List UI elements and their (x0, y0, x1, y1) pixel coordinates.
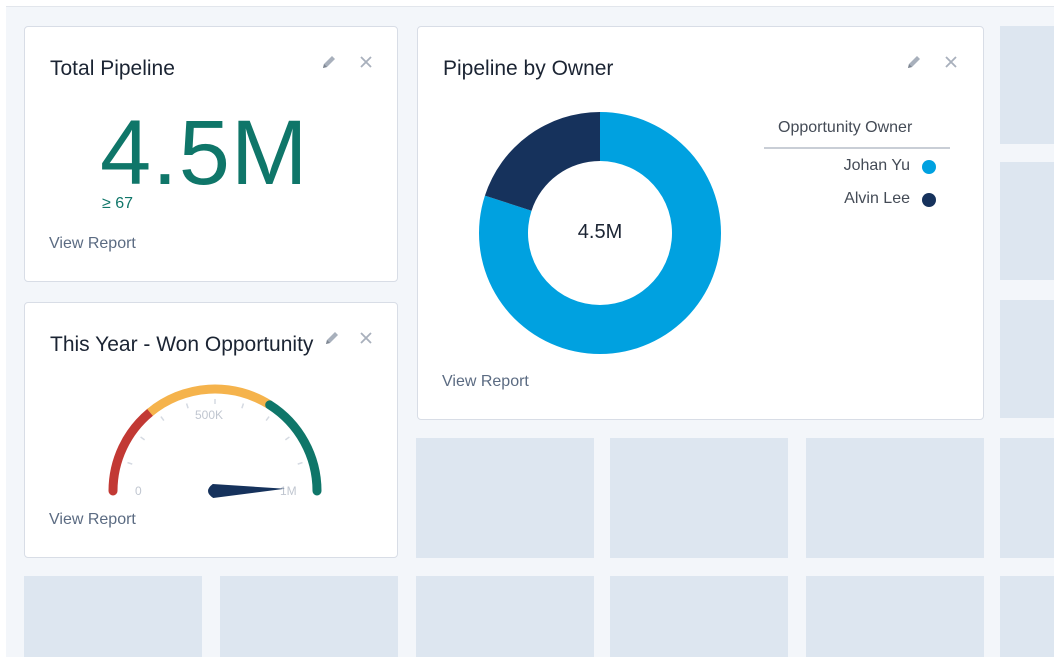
card-title: This Year - Won Opportunity (50, 333, 314, 356)
legend-item-alvin-lee[interactable]: Alvin Lee (828, 190, 910, 208)
empty-tile (1000, 576, 1054, 657)
legend-item-johan-yu[interactable]: Johan Yu (828, 157, 910, 175)
top-border (0, 0, 1054, 7)
empty-tile (1000, 438, 1054, 558)
empty-tile (806, 438, 984, 558)
gauge-needle (208, 484, 285, 498)
metric-value: 4.5M (100, 102, 309, 204)
gauge-tick (160, 416, 165, 422)
empty-tile (610, 576, 788, 657)
won-opportunity-card: This Year - Won Opportunity 0 500K 1M Vi… (24, 302, 398, 558)
view-report-link[interactable]: View Report (49, 511, 136, 529)
empty-tile (610, 438, 788, 558)
edit-pencil-icon[interactable] (323, 329, 341, 347)
legend-dot-johan-yu (922, 160, 936, 174)
legend-title: Opportunity Owner (778, 119, 913, 136)
empty-tile (416, 438, 594, 558)
gauge-tick (185, 403, 189, 409)
gauge-tick (265, 416, 270, 422)
empty-tile (1000, 162, 1054, 280)
gauge-mid-label: 500K (195, 408, 223, 422)
gauge-tick (284, 436, 290, 441)
donut-center-label: 4.5M (577, 221, 623, 243)
empty-tile (220, 576, 398, 657)
edit-pencil-icon[interactable] (905, 53, 923, 71)
empty-tile (806, 576, 984, 657)
edit-pencil-icon[interactable] (320, 53, 338, 71)
empty-tile (1000, 300, 1054, 418)
gauge-tick (140, 436, 146, 441)
close-icon[interactable] (942, 53, 960, 71)
gauge-chart: 0 500K 1M (108, 384, 322, 498)
legend-dot-alvin-lee (922, 193, 936, 207)
gauge-min-label: 0 (135, 484, 142, 498)
gauge-band (108, 407, 155, 496)
donut-segment-alvin-lee[interactable] (484, 112, 600, 211)
gauge-tick (127, 461, 133, 465)
left-border (0, 0, 6, 657)
gauge-max-label: 1M (280, 484, 297, 498)
card-title: Pipeline by Owner (443, 57, 614, 80)
legend-divider (764, 147, 950, 149)
view-report-link[interactable]: View Report (49, 235, 136, 253)
total-pipeline-card: Total Pipeline 4.5M ≥ 67 View Report (24, 26, 398, 282)
gauge-tick (241, 403, 245, 409)
empty-tile (1000, 26, 1054, 144)
gauge-tick (297, 461, 303, 465)
empty-tile (24, 576, 202, 657)
gauge-band (265, 400, 322, 496)
metric-sub-value: ≥ 67 (102, 195, 134, 212)
close-icon[interactable] (357, 53, 375, 71)
view-report-link[interactable]: View Report (442, 373, 529, 391)
close-icon[interactable] (357, 329, 375, 347)
empty-tile (416, 576, 594, 657)
pipeline-by-owner-card: Pipeline by Owner 4.5M Opportunity Owner… (417, 26, 984, 420)
card-title: Total Pipeline (50, 57, 175, 80)
